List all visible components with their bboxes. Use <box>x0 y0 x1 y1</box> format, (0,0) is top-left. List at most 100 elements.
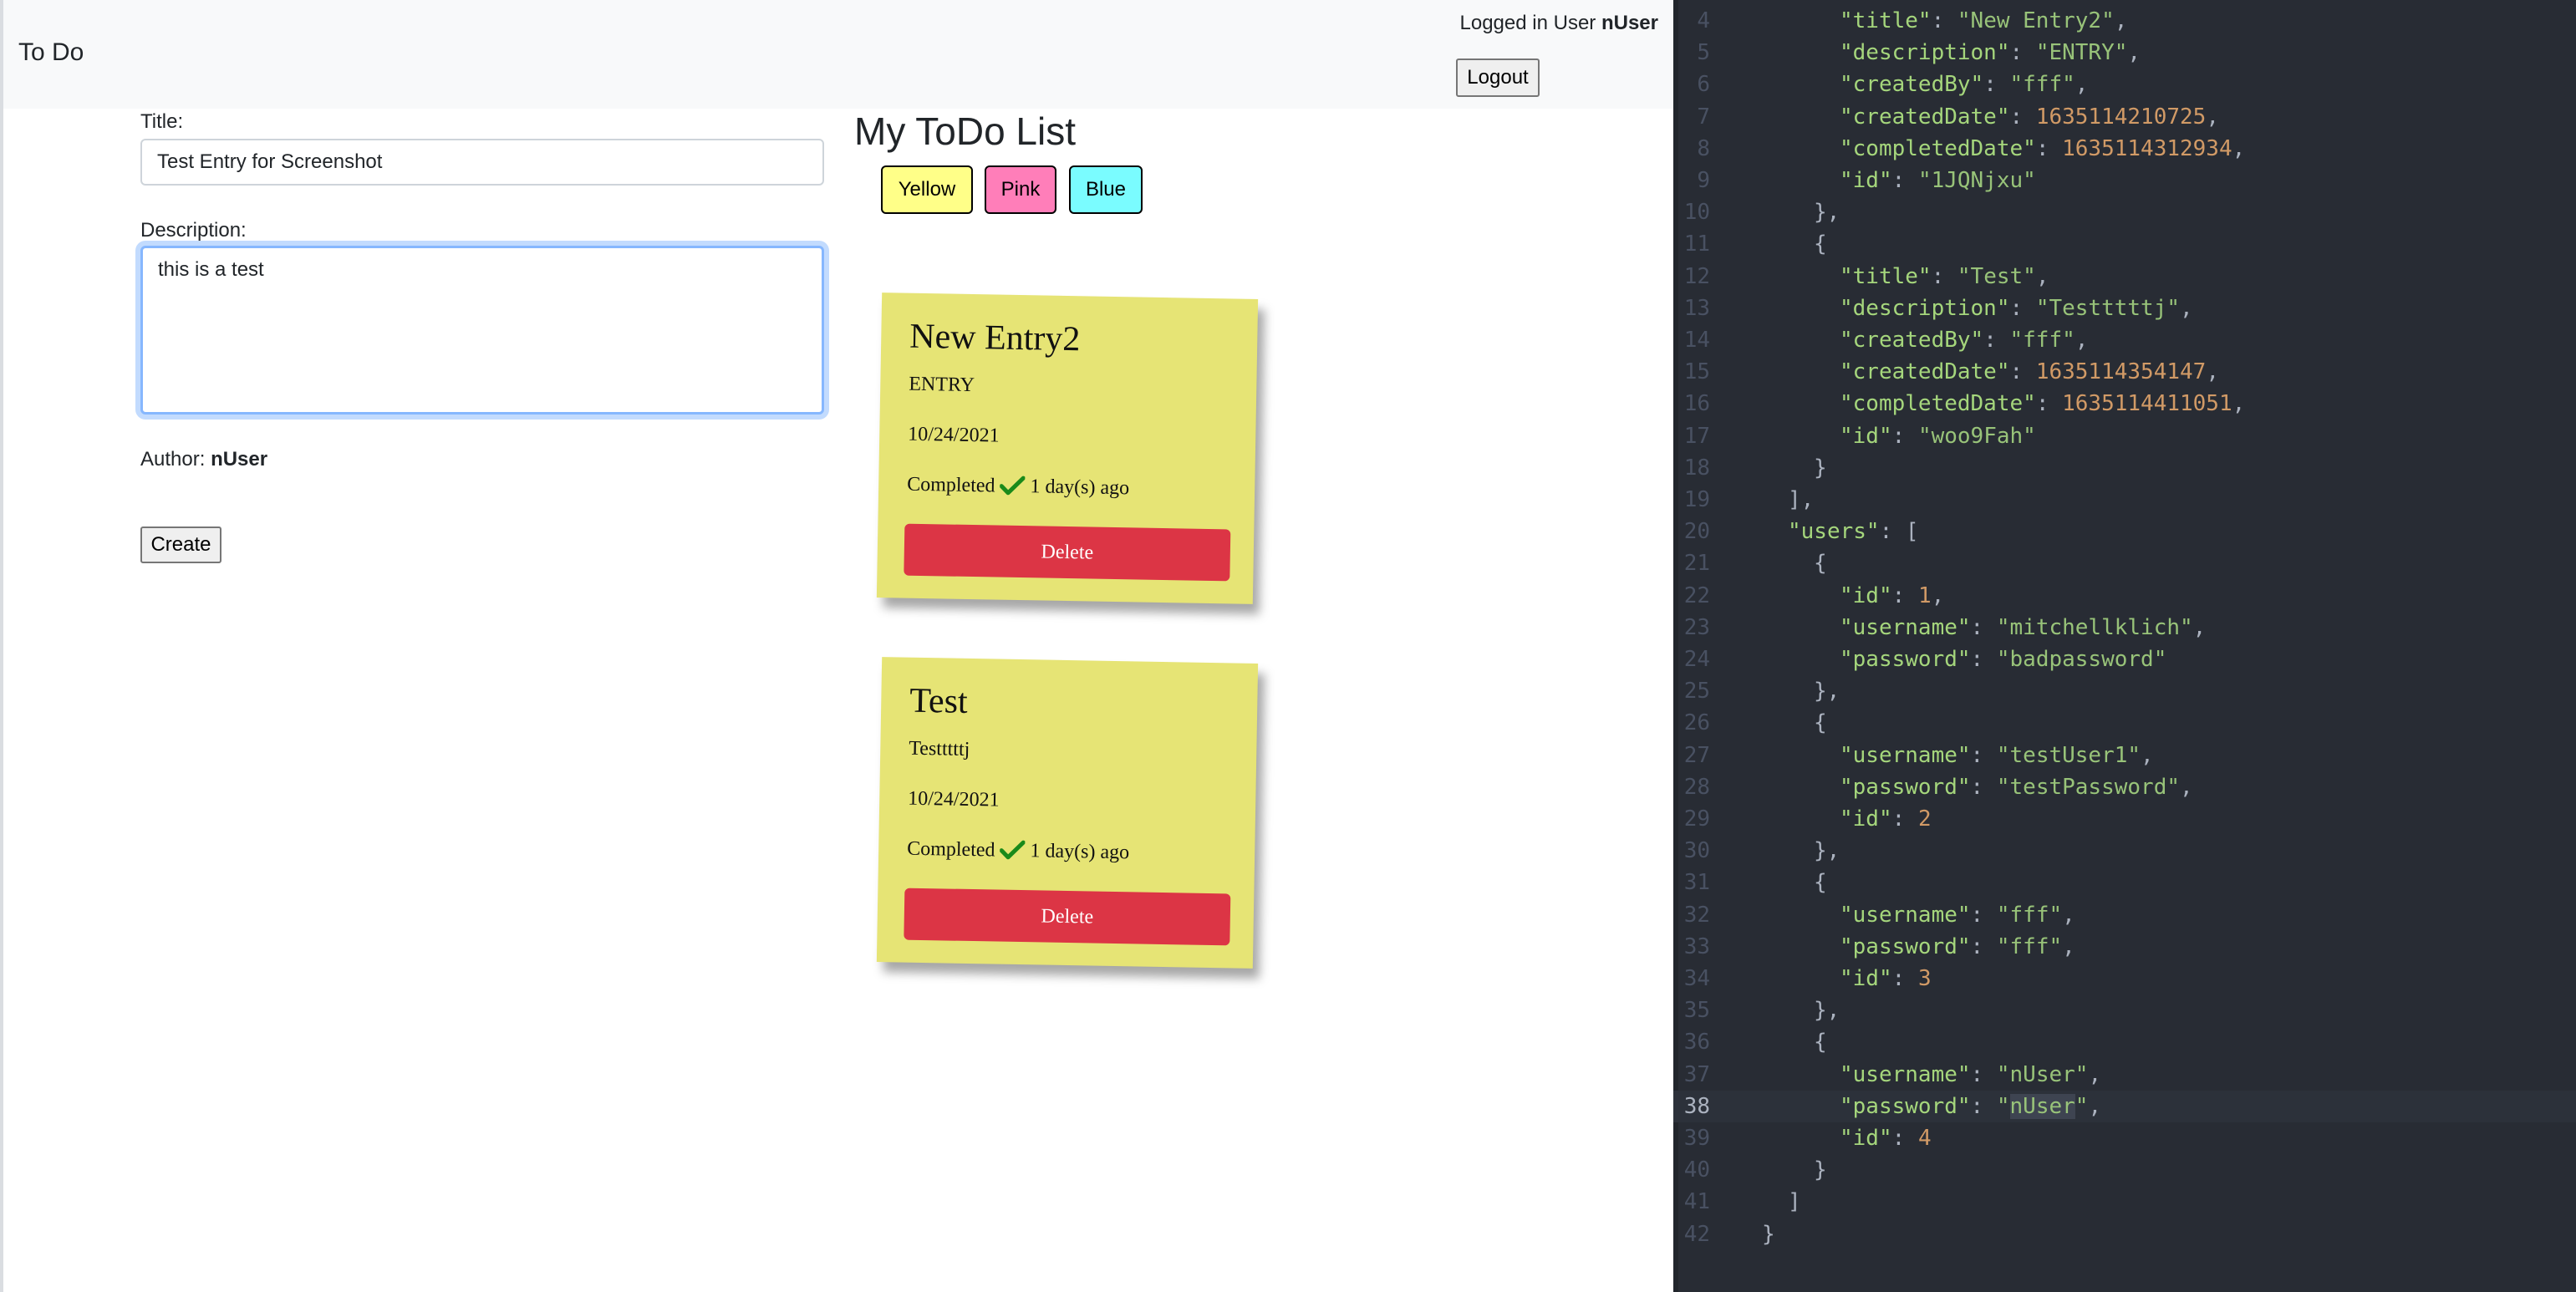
code-line[interactable]: 7 "createdDate": 1635114210725, <box>1673 101 2576 133</box>
line-number: 12 <box>1683 263 1710 289</box>
todo-description: Testttttj <box>909 737 970 760</box>
line-number: 20 <box>1683 519 1710 545</box>
code-line[interactable]: 39 "id": 4 <box>1673 1122 2576 1154</box>
author-value: nUser <box>211 448 268 471</box>
line-number: 7 <box>1697 104 1710 130</box>
code-text: { <box>1814 1030 1827 1055</box>
code-text: "id": 4 <box>1840 1126 1932 1151</box>
line-number: 34 <box>1683 966 1710 991</box>
code-line[interactable]: 14 "createdBy": "fff", <box>1673 324 2576 356</box>
code-line[interactable]: 38 "password": "nUser", <box>1673 1090 2576 1122</box>
check-icon <box>1000 476 1026 502</box>
code-line[interactable]: 20 "users": [ <box>1673 516 2576 547</box>
code-line[interactable]: 5 "description": "ENTRY", <box>1673 37 2576 69</box>
code-text: "id": 2 <box>1840 806 1932 832</box>
code-line[interactable]: 35}, <box>1673 994 2576 1026</box>
code-line[interactable]: 30}, <box>1673 835 2576 867</box>
todo-note: Test Testttttj 10/24/2021 Completed 1 day… <box>876 657 1259 969</box>
code-text: "createdDate": 1635114210725, <box>1840 104 2219 130</box>
line-number: 15 <box>1683 359 1710 385</box>
code-text: "description": "ENTRY", <box>1840 40 2141 66</box>
brand-title[interactable]: To Do <box>18 38 84 67</box>
code-line[interactable]: 29 "id": 2 <box>1673 803 2576 835</box>
code-line[interactable]: 28 "password": "testPassword", <box>1673 771 2576 803</box>
code-text: "id": "1JQNjxu" <box>1840 168 2036 193</box>
code-line[interactable]: 15 "createdDate": 1635114354147, <box>1673 356 2576 388</box>
line-number: 11 <box>1683 231 1710 257</box>
code-line[interactable]: 11 { <box>1673 228 2576 260</box>
description-textarea[interactable]: this is a test <box>140 246 824 415</box>
code-line[interactable]: 18} <box>1673 452 2576 484</box>
code-line[interactable]: 13 "description": "Testttttj", <box>1673 292 2576 324</box>
code-text: }, <box>1814 998 1840 1024</box>
code-line[interactable]: 37 "username": "nUser", <box>1673 1059 2576 1091</box>
code-line[interactable]: 31 { <box>1673 867 2576 898</box>
code-line[interactable]: 22 "id": 1, <box>1673 580 2576 612</box>
code-text: "createdDate": 1635114354147, <box>1840 359 2219 385</box>
line-number: 24 <box>1683 647 1710 672</box>
code-line[interactable]: 26 { <box>1673 707 2576 739</box>
line-number: 42 <box>1683 1221 1710 1247</box>
line-number: 35 <box>1683 998 1710 1024</box>
code-line[interactable]: 25}, <box>1673 675 2576 707</box>
code-line[interactable]: 40} <box>1673 1154 2576 1186</box>
code-text: "title": "New Entry2", <box>1840 8 2128 33</box>
code-line[interactable]: 42} <box>1673 1218 2576 1250</box>
code-line[interactable]: 23 "username": "mitchellklich", <box>1673 612 2576 643</box>
todo-completed-ago: 1 day(s) ago <box>1030 840 1130 864</box>
code-text: "id": 1, <box>1840 582 1945 608</box>
code-line[interactable]: 12 "title": "Test", <box>1673 261 2576 292</box>
code-line[interactable]: 10}, <box>1673 196 2576 228</box>
logout-button[interactable]: Logout <box>1456 58 1540 97</box>
line-number: 16 <box>1683 391 1710 417</box>
line-number: 28 <box>1683 774 1710 800</box>
code-line[interactable]: 34 "id": 3 <box>1673 963 2576 994</box>
line-number: 38 <box>1683 1093 1710 1119</box>
line-number: 39 <box>1683 1126 1710 1151</box>
todo-status[interactable]: Completed 1 day(s) ago <box>907 838 1129 868</box>
code-line[interactable]: 41] <box>1673 1186 2576 1218</box>
code-text: "username": "nUser", <box>1840 1061 2102 1087</box>
todo-status-label: Completed <box>906 473 995 497</box>
code-line[interactable]: 19], <box>1673 484 2576 516</box>
line-number: 18 <box>1683 455 1710 481</box>
code-text: ] <box>1788 1189 1801 1215</box>
line-number: 21 <box>1683 551 1710 577</box>
line-number: 6 <box>1697 72 1710 98</box>
code-text: "description": "Testttttj", <box>1840 295 2193 321</box>
code-text: "password": "badpassword" <box>1840 647 2167 672</box>
code-text: } <box>1762 1221 1775 1247</box>
code-line[interactable]: 21 { <box>1673 547 2576 579</box>
code-line[interactable]: 9 "id": "1JQNjxu" <box>1673 165 2576 196</box>
delete-button[interactable]: Delete <box>904 523 1231 582</box>
line-number: 36 <box>1683 1030 1710 1055</box>
code-line[interactable]: 36 { <box>1673 1026 2576 1058</box>
code-text: }, <box>1814 200 1840 226</box>
code-line[interactable]: 33 "password": "fff", <box>1673 931 2576 963</box>
blue-color-button[interactable]: Blue <box>1069 165 1143 214</box>
code-line[interactable]: 27 "username": "testUser1", <box>1673 740 2576 771</box>
delete-button[interactable]: Delete <box>904 888 1231 946</box>
navbar: To Do Logged in User nUser Logout <box>3 0 1673 109</box>
title-input[interactable] <box>140 139 824 186</box>
create-button[interactable]: Create <box>140 526 221 563</box>
code-line[interactable]: 8 "completedDate": 1635114312934, <box>1673 133 2576 165</box>
code-line[interactable]: 24 "password": "badpassword" <box>1673 643 2576 675</box>
code-line[interactable]: 4 "title": "New Entry2", <box>1673 5 2576 37</box>
line-number: 17 <box>1683 423 1710 449</box>
code-text: { <box>1814 710 1827 736</box>
todo-status[interactable]: Completed 1 day(s) ago <box>907 474 1129 504</box>
code-editor[interactable]: 4 "title": "New Entry2", 5 "description": "… <box>1673 0 2576 1292</box>
pink-color-button[interactable]: Pink <box>985 165 1056 214</box>
code-line[interactable]: 32 "username": "fff", <box>1673 899 2576 931</box>
code-line[interactable]: 16 "completedDate": 1635114411051, <box>1673 388 2576 420</box>
line-number: 33 <box>1683 933 1710 959</box>
code-line[interactable]: 6 "createdBy": "fff", <box>1673 69 2576 100</box>
code-text: "username": "testUser1", <box>1840 742 2154 768</box>
line-number: 14 <box>1683 328 1710 353</box>
code-line[interactable]: 17 "id": "woo9Fah" <box>1673 420 2576 452</box>
line-number: 22 <box>1683 582 1710 608</box>
yellow-color-button[interactable]: Yellow <box>881 165 973 214</box>
todo-date: 10/24/2021 <box>908 787 1000 811</box>
code-text: }, <box>1814 679 1840 704</box>
